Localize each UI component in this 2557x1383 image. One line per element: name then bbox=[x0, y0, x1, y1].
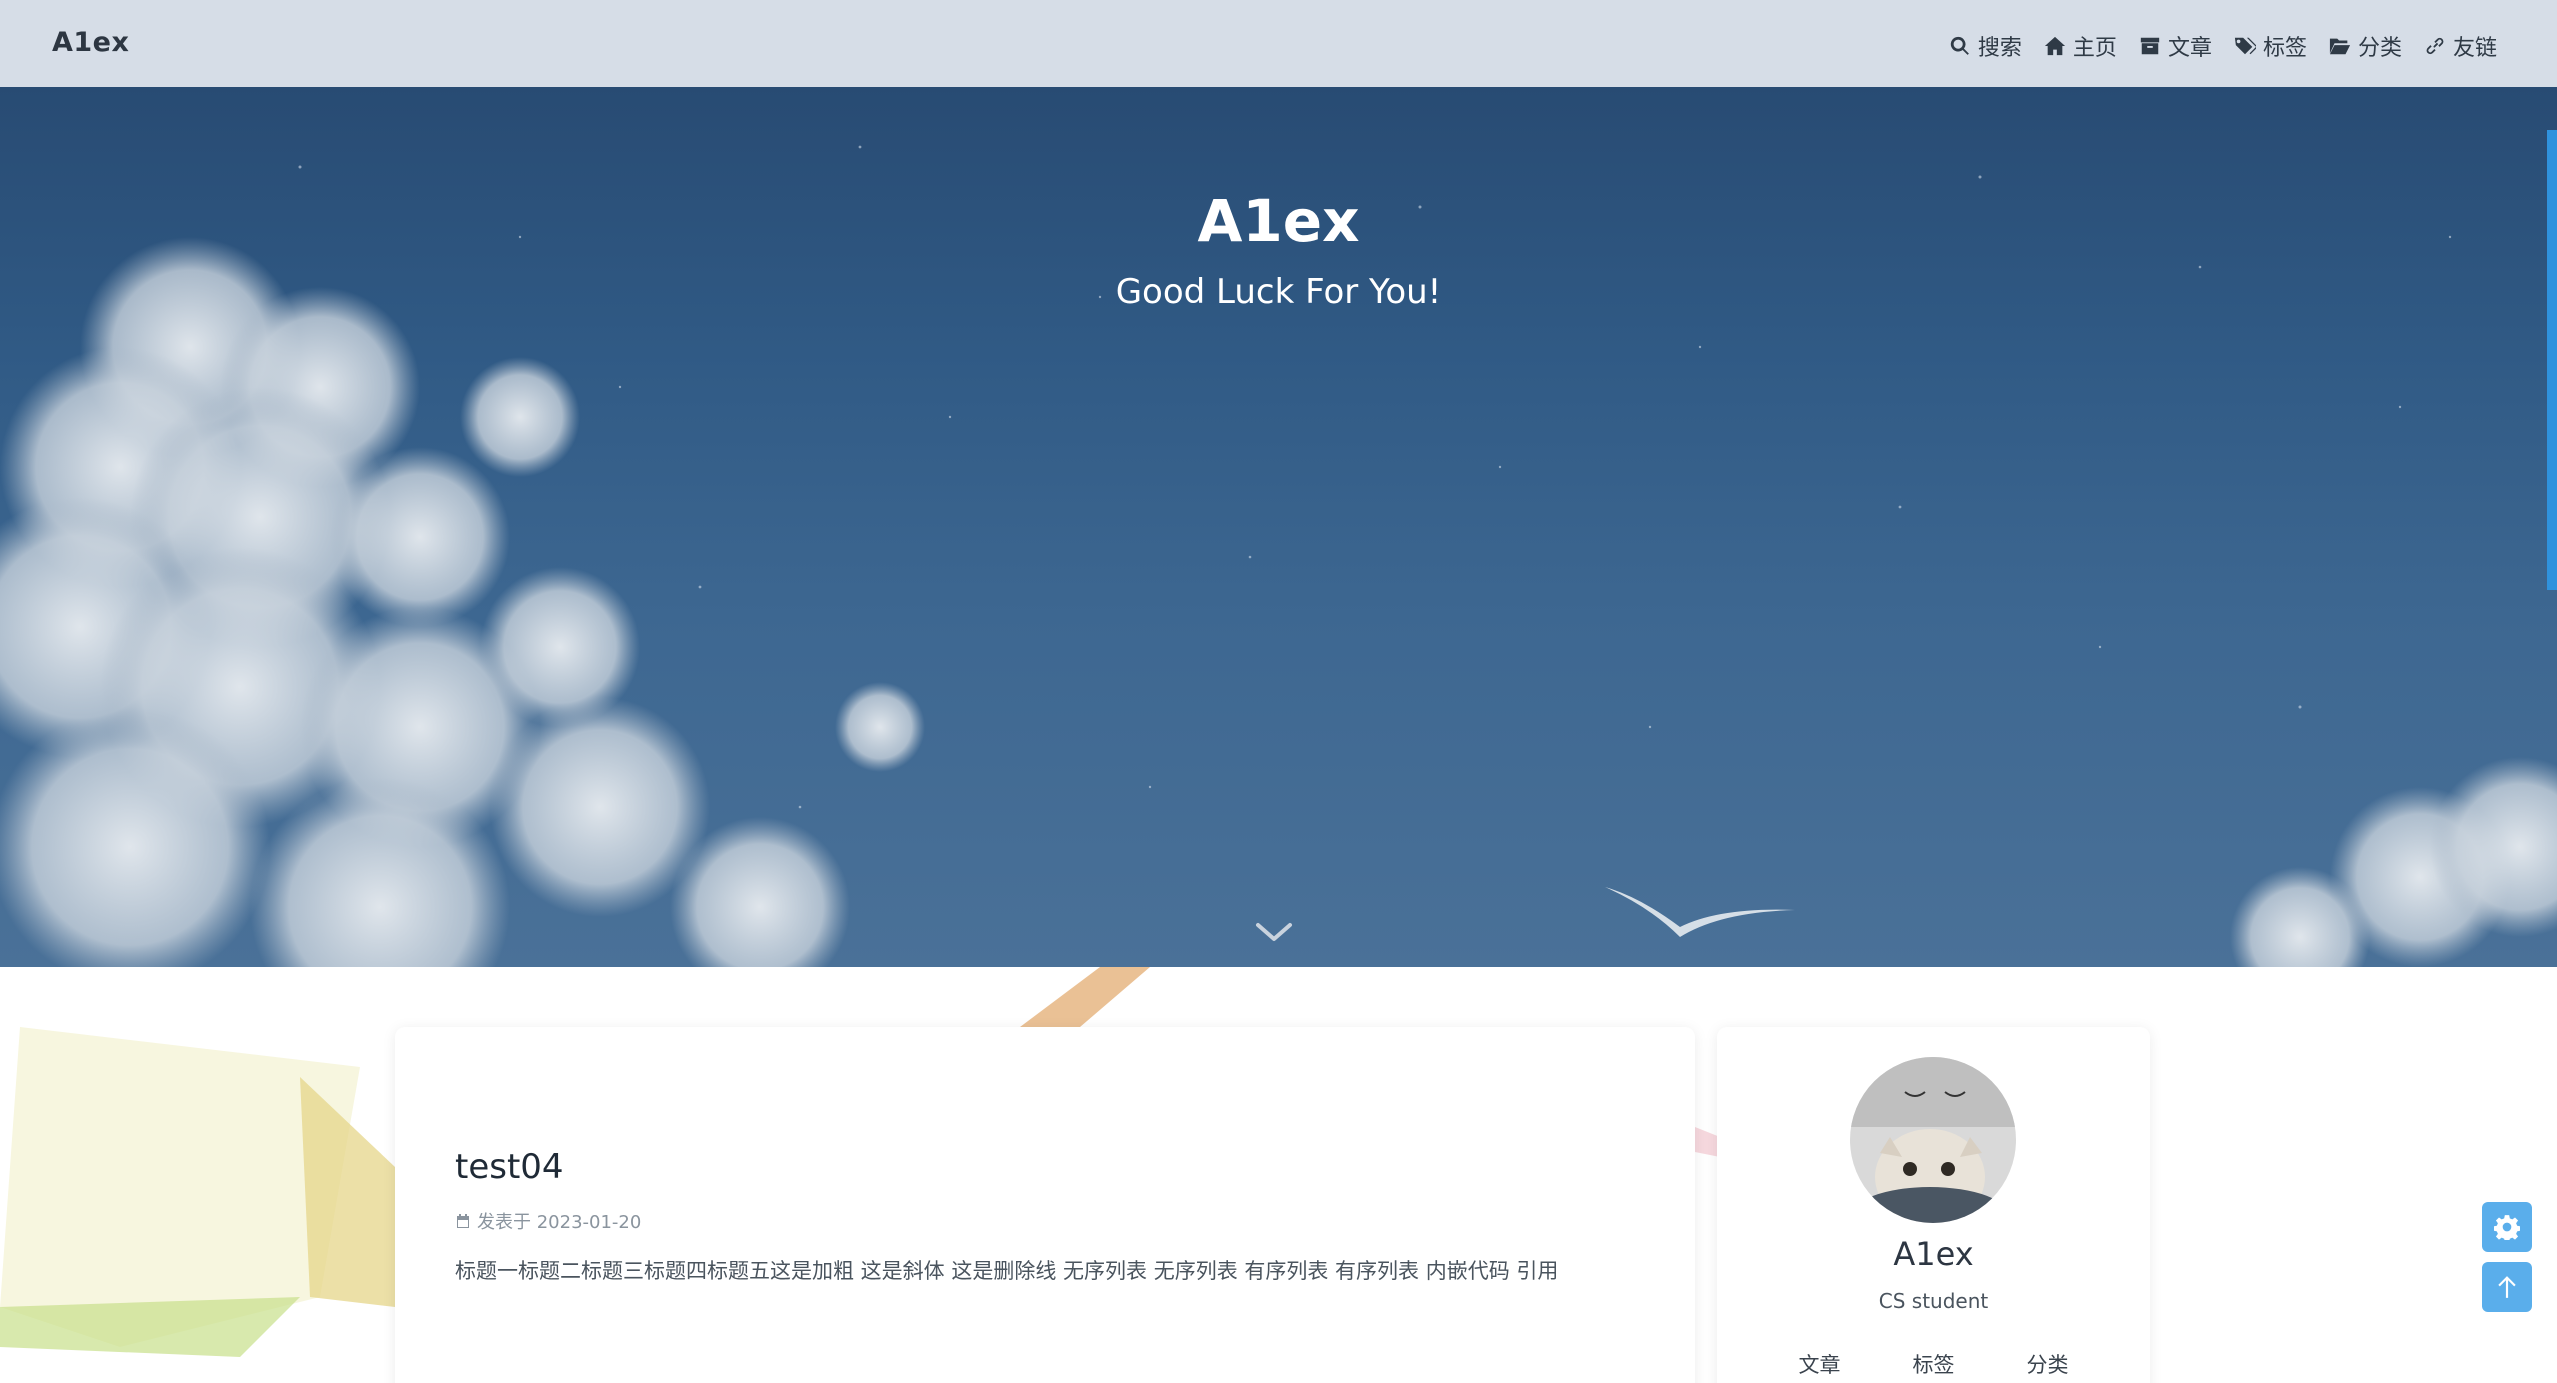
nav-label-categories: 分类 bbox=[2357, 36, 2402, 61]
back-to-top-button[interactable] bbox=[2482, 1262, 2532, 1312]
nav-item-categories[interactable]: 分类 bbox=[2329, 30, 2402, 62]
profile-name: A1ex bbox=[1893, 1235, 1974, 1273]
search-icon bbox=[1950, 36, 1969, 55]
chevron-down-icon[interactable] bbox=[1254, 917, 1294, 947]
hero-title: A1ex bbox=[1197, 187, 1360, 255]
nav-item-search[interactable]: 搜索 bbox=[1949, 30, 2022, 62]
nav-label-search: 搜索 bbox=[1977, 36, 2022, 61]
arrow-up-icon bbox=[2498, 1276, 2516, 1298]
nav-label-home: 主页 bbox=[2072, 36, 2117, 61]
link-icon bbox=[2426, 37, 2444, 55]
stat-posts[interactable]: 文章 bbox=[1799, 1349, 1841, 1379]
folder-open-icon bbox=[2329, 38, 2351, 55]
nav-label-links: 友链 bbox=[2452, 36, 2497, 61]
calendar-icon bbox=[457, 1214, 469, 1228]
profile-stats: 文章 标签 分类 bbox=[1717, 1349, 2150, 1379]
stat-categories[interactable]: 分类 bbox=[2027, 1349, 2069, 1379]
avatar[interactable] bbox=[1850, 1057, 2016, 1223]
nav-item-home[interactable]: 主页 bbox=[2044, 30, 2117, 62]
profile-description: CS student bbox=[1878, 1289, 1989, 1313]
post-meta: 发表于 2023-01-20 bbox=[455, 1208, 641, 1234]
nav-menu: 搜索 主页 文章 标签 分类 友链 bbox=[1949, 30, 2497, 62]
post-title[interactable]: test04 bbox=[455, 1147, 564, 1187]
page-scrollbar[interactable] bbox=[2547, 130, 2557, 590]
site-brand[interactable]: A1ex bbox=[52, 27, 129, 58]
archive-icon bbox=[2140, 37, 2160, 55]
nav-label-tags: 标签 bbox=[2262, 36, 2307, 61]
post-card: test04 发表于 2023-01-20 标题一标题二标题三标题四标题五这是加… bbox=[395, 1027, 1695, 1383]
hero-banner: A1ex Good Luck For You! bbox=[0, 87, 2557, 967]
nav-item-tags[interactable]: 标签 bbox=[2234, 30, 2307, 62]
gear-icon bbox=[2494, 1215, 2520, 1240]
nav-item-archive[interactable]: 文章 bbox=[2139, 30, 2212, 62]
nav-label-archive: 文章 bbox=[2167, 36, 2212, 61]
nav-item-links[interactable]: 友链 bbox=[2424, 30, 2497, 62]
stat-tags[interactable]: 标签 bbox=[1913, 1349, 1955, 1379]
hero-subtitle: Good Luck For You! bbox=[1115, 272, 1442, 312]
tags-icon bbox=[2234, 37, 2256, 55]
home-icon bbox=[2044, 36, 2066, 56]
settings-button[interactable] bbox=[2482, 1202, 2532, 1252]
profile-card: A1ex CS student 文章 标签 分类 bbox=[1717, 1027, 2150, 1383]
top-navbar: A1ex 搜索 主页 文章 标签 分类 友链 bbox=[0, 0, 2557, 87]
post-date: 发表于 2023-01-20 bbox=[477, 1212, 642, 1233]
post-excerpt: 标题一标题二标题三标题四标题五这是加粗 这是斜体 这是删除线 无序列表 无序列表… bbox=[455, 1259, 1559, 1283]
